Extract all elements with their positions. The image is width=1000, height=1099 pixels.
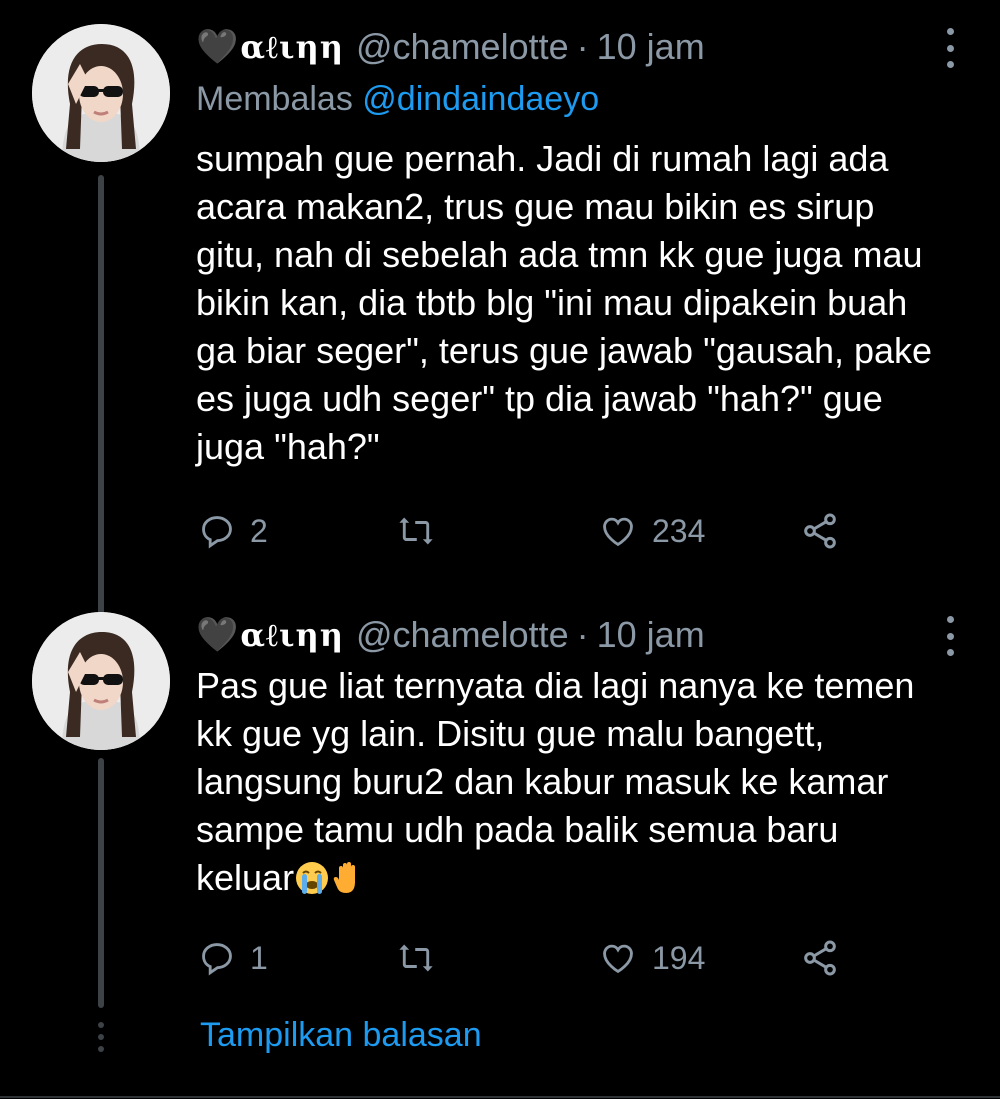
reply-icon — [202, 516, 232, 549]
tweet-text-line: bikin kan, dia tbtb blg "ini mau dipakei… — [196, 282, 908, 323]
tweet-text-line: langsung buru2 dan kabur masuk ke kamar — [196, 761, 889, 802]
like-count: 194 — [652, 939, 706, 976]
share-button[interactable] — [800, 506, 840, 556]
reply-icon — [202, 943, 232, 976]
tweet-text-line: sumpah gue pernah. Jadi di rumah lagi ad… — [196, 138, 889, 179]
user-handle[interactable]: @chamelotte — [356, 26, 569, 68]
tweet-text: Pas gue liat ternyata dia lagi nanya ke … — [196, 662, 966, 902]
tweet-text-line: Pas gue liat ternyata dia lagi nanya ke … — [196, 665, 915, 706]
heart-outline-icon — [603, 517, 633, 547]
reply-count: 1 — [250, 939, 268, 976]
replying-prefix: Membalas — [196, 80, 353, 118]
like-count: 234 — [652, 512, 706, 549]
tweet-header: 🖤 αℓιηη @chamelotte · 10 jam — [196, 22, 705, 72]
timestamp[interactable]: 10 jam — [597, 26, 705, 68]
avatar[interactable] — [32, 612, 170, 750]
avatar[interactable] — [32, 24, 170, 162]
show-replies-link[interactable]: Tampilkan balasan — [200, 1016, 482, 1055]
tweet-actions: 2 234 — [196, 506, 856, 556]
reply-count: 2 — [250, 512, 268, 549]
tweet-text-line: sampe tamu udh pada balik semua baru — [196, 809, 839, 850]
separator-dot: · — [576, 26, 589, 67]
tweet-text-line: juga "hah?" — [196, 426, 380, 467]
tweet-actions: 1 194 — [196, 933, 856, 983]
raised-hand-emoji — [333, 862, 356, 893]
tweet-text-line: kk gue yg lain. Disitu gue malu bangett, — [196, 713, 825, 754]
heart-outline-icon — [603, 944, 633, 974]
replying-mention-link[interactable]: @dindaindaeyo — [362, 80, 599, 118]
tweet-text: sumpah gue pernah. Jadi di rumah lagi ad… — [196, 135, 966, 471]
reply-button[interactable]: 1 — [198, 933, 268, 983]
black-heart-emoji: 🖤 — [196, 28, 239, 66]
black-heart-emoji: 🖤 — [196, 616, 239, 654]
tweet-text-line: es juga udh seger" tp dia jawab "hah?" g… — [196, 378, 883, 419]
user-handle[interactable]: @chamelotte — [356, 614, 569, 656]
tweet[interactable]: 🖤 αℓιηη @chamelotte · 10 jam Membalas @d… — [0, 0, 1000, 600]
tweet-text-line: gitu, nah di sebelah ada tmn kk gue juga… — [196, 234, 923, 275]
tweet-text-line: ga biar seger", terus gue jawab "gausah,… — [196, 330, 933, 371]
tweet-text-segment: keluar — [196, 857, 295, 898]
timestamp[interactable]: 10 jam — [597, 614, 705, 656]
separator-dot: · — [576, 614, 589, 655]
share-button[interactable] — [800, 933, 840, 983]
divider — [0, 1096, 1000, 1098]
more-vertical-icon[interactable] — [940, 616, 960, 656]
reply-button[interactable]: 2 — [198, 506, 268, 556]
tweet-text-line: keluar — [196, 854, 966, 902]
thread-continuation-dots-icon — [95, 1022, 107, 1052]
display-name[interactable]: αℓιηη — [240, 616, 344, 654]
tweet[interactable]: 🖤 αℓιηη @chamelotte · 10 jam Pas gue lia… — [0, 600, 1000, 1020]
replying-to: Membalas @dindaindaeyo — [196, 80, 599, 119]
tweet-header: 🖤 αℓιηη @chamelotte · 10 jam — [196, 610, 705, 660]
loudly-crying-face-emoji — [296, 862, 329, 894]
like-button[interactable]: 234 — [598, 506, 705, 556]
retweet-icon — [399, 517, 433, 545]
share-icon — [804, 513, 836, 549]
retweet-button[interactable] — [396, 506, 450, 556]
tweet-text-line: acara makan2, trus gue mau bikin es siru… — [196, 186, 875, 227]
retweet-button[interactable] — [396, 933, 450, 983]
share-icon — [804, 940, 836, 976]
like-button[interactable]: 194 — [598, 933, 705, 983]
more-vertical-icon[interactable] — [940, 28, 960, 68]
retweet-icon — [399, 944, 433, 972]
display-name[interactable]: αℓιηη — [240, 28, 344, 66]
